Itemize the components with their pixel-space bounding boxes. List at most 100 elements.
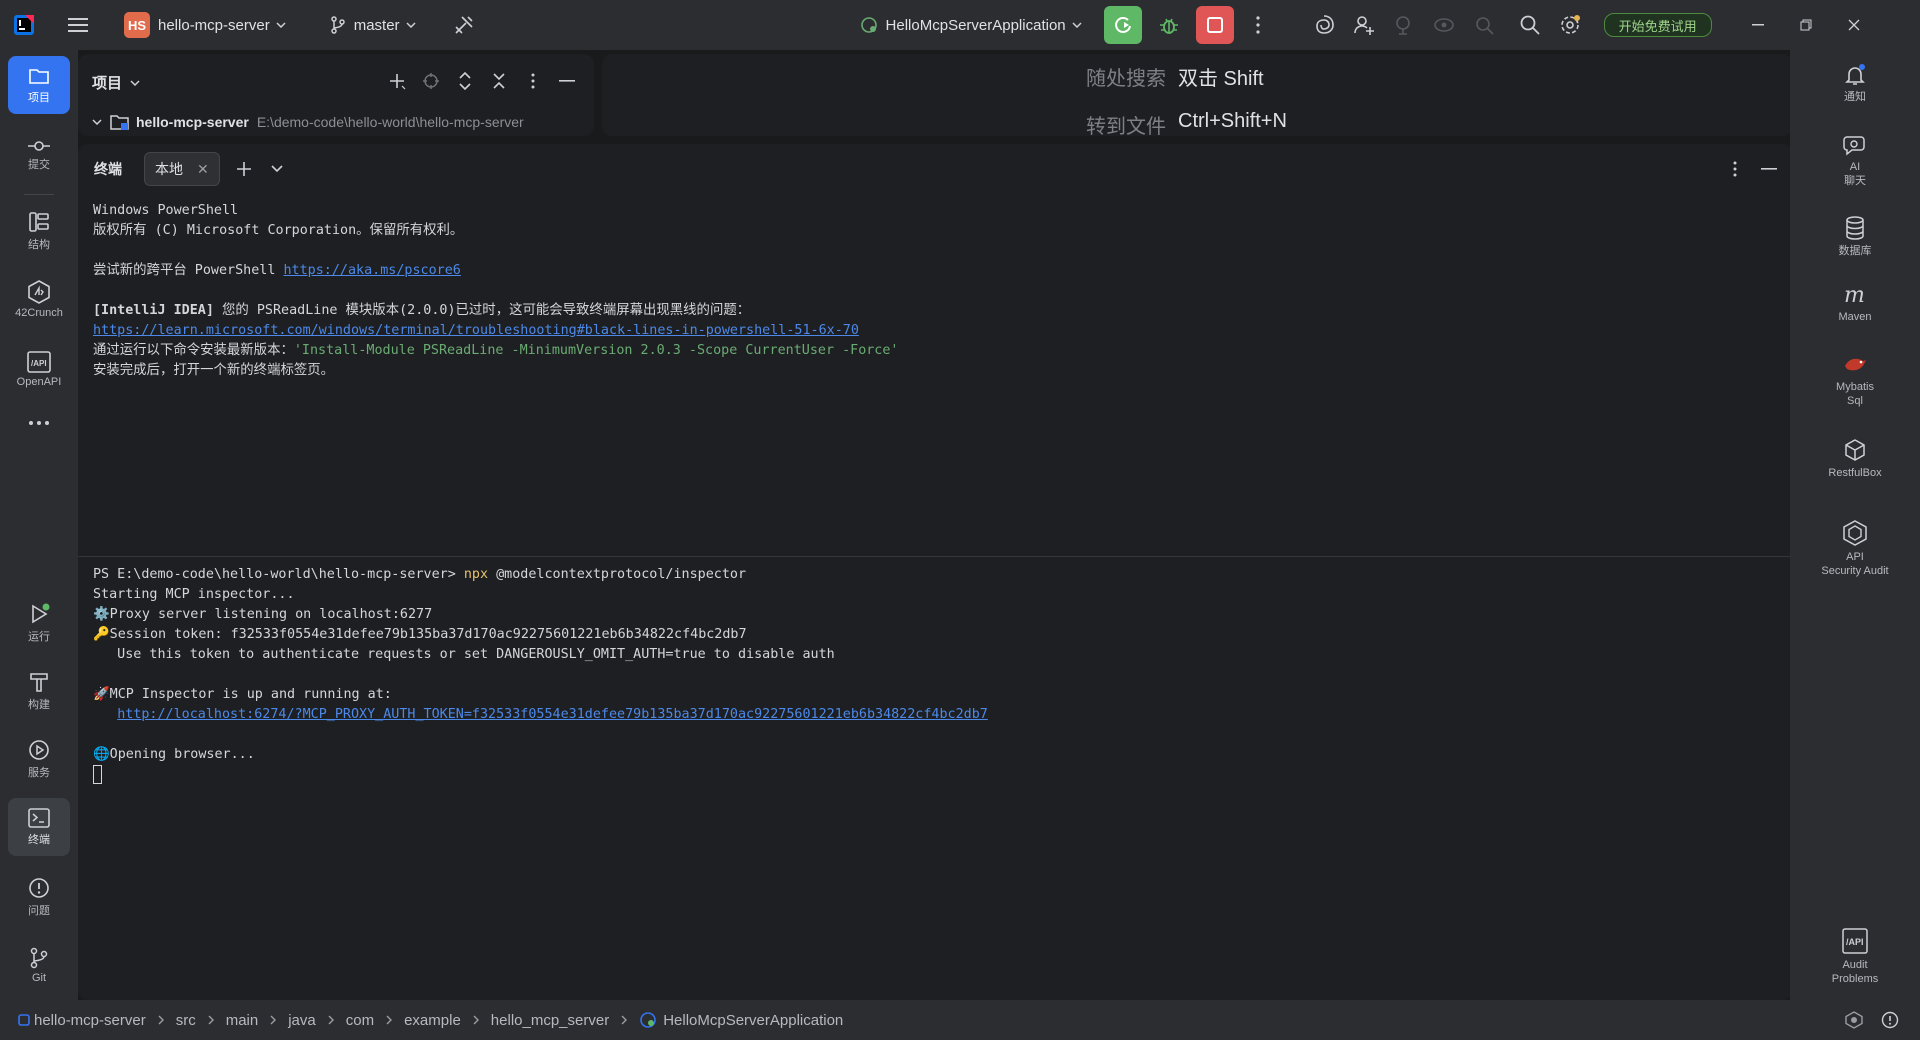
restore-window-icon[interactable] <box>1782 0 1830 50</box>
terminal-line: Use this token to authenticate requests … <box>93 647 835 662</box>
tool-project[interactable]: 项目 <box>8 56 70 114</box>
panel-options-icon[interactable] <box>516 66 550 96</box>
pscore-link[interactable]: https://aka.ms/pscore6 <box>283 263 460 278</box>
expand-all-icon[interactable] <box>448 66 482 96</box>
database-icon <box>1846 216 1864 240</box>
structure-icon <box>29 211 49 232</box>
tool-ai-chat[interactable]: AI 聊天 <box>1790 134 1920 188</box>
more-tools-icon[interactable] <box>8 404 70 444</box>
tool-git[interactable]: Git <box>8 936 70 994</box>
hide-panel-icon[interactable] <box>550 66 584 96</box>
project-panel: 项目 hello-mcp-server E:\demo-code\hello-w… <box>78 54 594 136</box>
tool-services[interactable]: 服务 <box>8 730 70 788</box>
breadcrumb-item[interactable]: java <box>288 1012 316 1029</box>
problems-status-icon[interactable] <box>1872 1002 1908 1038</box>
tool-terminal[interactable]: 终端 <box>8 798 70 856</box>
terminal-line: Windows PowerShell <box>93 203 239 218</box>
free-trial-button[interactable]: 开始免费试用 <box>1603 13 1712 37</box>
services-icon <box>29 739 49 760</box>
tool-problems[interactable]: 问题 <box>8 868 70 926</box>
chevron-right-icon <box>208 1015 214 1025</box>
branch-name: master <box>353 16 400 34</box>
branch-switcher[interactable]: master <box>322 7 424 43</box>
goto-file-hint: 转到文件 Ctrl+Shift+N <box>1086 110 1287 138</box>
new-terminal-tab-icon[interactable] <box>224 151 264 187</box>
breadcrumb-item[interactable]: src <box>176 1012 196 1029</box>
close-window-icon[interactable] <box>1830 0 1878 50</box>
folder-icon <box>29 68 49 84</box>
breadcrumb-item[interactable]: main <box>226 1012 259 1029</box>
terminal-icon <box>28 807 50 828</box>
maven-icon: m <box>1844 284 1865 306</box>
tool-maven[interactable]: m Maven <box>1790 284 1920 324</box>
code-with-me-icon[interactable] <box>1424 7 1464 43</box>
rerun-button[interactable] <box>1103 6 1142 44</box>
git-branch-icon <box>330 16 345 34</box>
project-panel-header[interactable]: 项目 <box>92 72 140 93</box>
new-file-icon[interactable] <box>380 66 414 96</box>
collapse-all-icon[interactable] <box>482 66 516 96</box>
rerun-icon <box>1114 17 1131 33</box>
project-switcher[interactable]: HS hello-mcp-server <box>116 7 294 43</box>
terminal-tab-dropdown-icon[interactable] <box>264 151 290 187</box>
search-icon[interactable] <box>1510 7 1550 43</box>
tool-commit[interactable]: 提交 <box>8 126 70 184</box>
terminal-divider <box>78 556 1792 557</box>
tool-database[interactable]: 数据库 <box>1790 216 1920 258</box>
chevron-down-icon <box>130 79 140 86</box>
tool-42crunch[interactable]: 42Crunch <box>8 270 70 328</box>
tool-restfulbox[interactable]: RestfulBox <box>1790 438 1920 480</box>
tool-run[interactable]: 运行 <box>8 594 70 652</box>
api-document-icon: /API <box>1842 928 1868 954</box>
add-user-icon[interactable] <box>1344 7 1384 43</box>
ai-assistant-icon[interactable] <box>1304 7 1344 43</box>
inspect-icon[interactable] <box>1464 7 1504 43</box>
tool-structure[interactable]: 结构 <box>8 202 70 260</box>
tools-icon[interactable] <box>444 7 484 43</box>
more-actions-icon[interactable] <box>1238 7 1278 43</box>
project-tree-root[interactable]: hello-mcp-server E:\demo-code\hello-worl… <box>92 113 524 131</box>
stop-button[interactable] <box>1195 6 1234 44</box>
terminal-output-session[interactable]: PS E:\demo-code\hello-world\hello-mcp-se… <box>93 565 1783 786</box>
status-bar: hello-mcp-server src main java com examp… <box>0 1000 1920 1040</box>
main-menu-icon[interactable] <box>58 7 98 43</box>
minimize-window-icon[interactable] <box>1734 0 1782 50</box>
tool-notifications[interactable]: 通知 <box>1790 64 1920 104</box>
breadcrumb-item[interactable]: example <box>404 1012 461 1029</box>
terminal-tab-local[interactable]: 本地 ✕ <box>144 152 220 186</box>
terminal-line: 🚀MCP Inspector is up and running at: <box>93 687 392 702</box>
tool-api-security-audit[interactable]: API Security Audit <box>1790 520 1920 578</box>
profiler-icon[interactable] <box>1384 7 1424 43</box>
left-tool-strip: 项目 提交 结构 42Crunch /API OpenAPI 运行 构建 服务 … <box>0 50 78 1000</box>
chevron-right-icon <box>621 1015 628 1025</box>
troubleshooting-link[interactable]: https://learn.microsoft.com/windows/term… <box>93 323 859 338</box>
plugin-status-icon[interactable] <box>1836 1002 1872 1038</box>
terminal-line: Starting MCP inspector... <box>93 587 295 602</box>
spring-class-icon <box>640 1012 656 1028</box>
hide-terminal-icon[interactable] <box>1752 151 1786 187</box>
project-name: hello-mcp-server <box>158 16 270 34</box>
hammer-icon <box>30 672 48 692</box>
tool-audit-problems[interactable]: /API Audit Problems <box>1790 928 1920 986</box>
settings-gear-icon[interactable] <box>1550 7 1590 43</box>
tool-build[interactable]: 构建 <box>8 662 70 720</box>
chevron-right-icon <box>328 1015 334 1025</box>
breadcrumb-item[interactable]: hello_mcp_server <box>491 1012 609 1029</box>
terminal-options-icon[interactable] <box>1718 151 1752 187</box>
tool-mybatis-sql[interactable]: Mybatis Sql <box>1790 354 1920 408</box>
run-config-selector[interactable]: HelloMcpServerApplication <box>852 7 1090 43</box>
breadcrumb-item[interactable]: com <box>346 1012 374 1029</box>
breadcrumb-item[interactable]: hello-mcp-server <box>34 1012 146 1029</box>
terminal-header: 终端 本地 ✕ <box>78 144 1792 194</box>
inspector-url-link[interactable]: http://localhost:6274/?MCP_PROXY_AUTH_TO… <box>117 707 988 722</box>
tool-openapi[interactable]: /API OpenAPI <box>8 340 70 398</box>
intellij-logo-icon[interactable] <box>4 7 44 43</box>
project-root-name: hello-mcp-server <box>136 114 249 130</box>
locate-file-icon[interactable] <box>414 66 448 96</box>
breadcrumb-item[interactable]: HelloMcpServerApplication <box>663 1012 843 1029</box>
debug-button[interactable] <box>1150 6 1188 44</box>
chevron-right-icon <box>386 1015 393 1025</box>
terminal-line: 通过运行以下命令安装最新版本：'Install-Module PSReadLin… <box>93 343 899 358</box>
chevron-down-icon <box>406 22 416 28</box>
close-tab-icon[interactable]: ✕ <box>197 161 209 178</box>
